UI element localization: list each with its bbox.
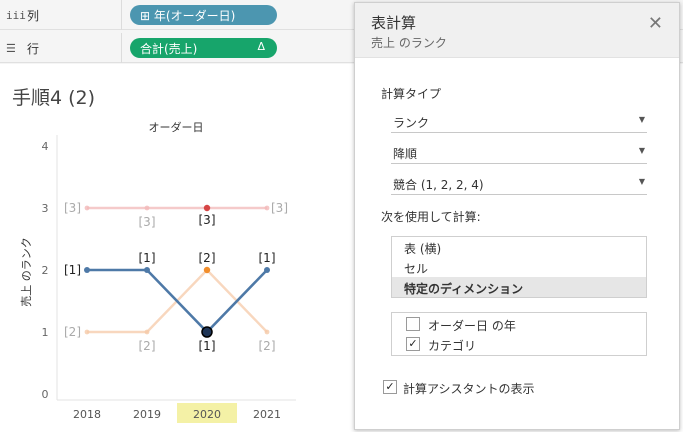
- rank-line-chart: オーダー日売上 のランク 0 1 2 3 4 2018 2019 2020 2021 [1] [1] […: [20, 120, 296, 423]
- dimension-label: カテゴリ: [428, 339, 477, 353]
- data-label: [1]: [139, 251, 156, 265]
- rank-tie-dropdown[interactable]: 競合 (1, 2, 2, 4) ▼: [391, 171, 647, 195]
- series-point: [264, 329, 270, 335]
- data-label: [3]: [271, 201, 288, 215]
- y-tick-label: 3: [42, 202, 49, 215]
- table-calculation-panel: 表計算 売上 のランク ✕ 計算タイプ ランク ▼ 降順 ▼ 競合 (1, 2,…: [354, 2, 680, 430]
- dimension-label: オーダー日 の年: [428, 319, 516, 333]
- expand-icon: ⊞: [140, 9, 151, 23]
- series-point: [264, 205, 270, 211]
- unchecked-checkbox[interactable]: [406, 317, 420, 331]
- columns-icon: iii: [6, 9, 26, 22]
- rows-shelf-label: ☰ 行: [0, 33, 122, 63]
- dimension-order-date-year[interactable]: オーダー日 の年: [392, 314, 646, 334]
- chevron-down-icon: ▼: [638, 177, 645, 186]
- sum-sales-pill-label: 合計(売上): [140, 42, 198, 56]
- compute-option-cell[interactable]: セル: [392, 257, 646, 277]
- columns-label: 列: [27, 9, 40, 23]
- chart-header: オーダー日: [149, 120, 204, 134]
- rows-label: 行: [27, 42, 40, 56]
- data-label: [2]: [64, 325, 81, 339]
- show-calc-assistant[interactable]: ✓ 計算アシスタントの表示: [381, 378, 641, 398]
- data-label: [3]: [139, 215, 156, 229]
- data-label: [1]: [199, 339, 216, 353]
- panel-title: 表計算: [371, 14, 417, 32]
- data-label: [1]: [64, 263, 81, 277]
- calc-type-dropdown[interactable]: ランク ▼: [391, 109, 647, 133]
- data-label: [3]: [199, 213, 216, 227]
- compute-using-label: 次を使用して計算:: [381, 210, 481, 224]
- data-label: [1]: [259, 251, 276, 265]
- delta-icon: Δ: [257, 40, 265, 53]
- year-order-date-pill-label: ⊞ 年(オーダー日): [140, 7, 235, 24]
- series-point: [144, 205, 150, 211]
- series-point: [84, 267, 90, 273]
- y-tick-label: 0: [42, 388, 49, 401]
- close-icon[interactable]: ✕: [648, 13, 663, 34]
- rank-order-dropdown[interactable]: 降順 ▼: [391, 140, 647, 164]
- checked-checkbox[interactable]: ✓: [383, 380, 397, 394]
- calc-type-value: ランク: [393, 116, 430, 130]
- sum-sales-pill[interactable]: 合計(売上) Δ: [130, 38, 277, 58]
- sheet-title: 手順4 (2): [12, 87, 96, 109]
- checked-checkbox[interactable]: ✓: [406, 337, 420, 351]
- series-point: [144, 329, 150, 335]
- year-order-date-pill[interactable]: ⊞ 年(オーダー日): [130, 5, 277, 25]
- highlighted-point: [201, 326, 213, 338]
- x-tick-label: 2019: [133, 408, 161, 421]
- data-label: [2]: [139, 339, 156, 353]
- highlighted-point: [203, 266, 211, 274]
- series-line: [87, 268, 268, 334]
- columns-shelf-label: iii 列: [0, 0, 122, 30]
- chevron-down-icon: ▼: [638, 115, 645, 124]
- rows-icon: ☰: [6, 42, 16, 55]
- panel-subtitle: 売上 のランク: [371, 36, 447, 50]
- data-label: [2]: [259, 339, 276, 353]
- compute-option-table-across[interactable]: 表 (横): [392, 237, 646, 257]
- series-point: [84, 329, 90, 335]
- rank-tie-value: 競合 (1, 2, 2, 4): [393, 178, 484, 192]
- panel-header: 表計算 売上 のランク ✕: [355, 3, 679, 58]
- series-point: [144, 267, 150, 273]
- y-tick-label: 4: [42, 140, 49, 153]
- y-axis-label: 売上 のランク: [20, 237, 33, 307]
- rank-order-value: 降順: [393, 147, 418, 161]
- x-tick-label: 2018: [73, 408, 101, 421]
- compute-option-specific-dimensions[interactable]: 特定のディメンション: [392, 277, 646, 297]
- y-tick-label: 2: [42, 264, 49, 277]
- x-tick-label: 2021: [253, 408, 281, 421]
- series-point: [264, 267, 270, 273]
- compute-using-list: 表 (横) セル 特定のディメンション: [391, 236, 647, 298]
- data-label: [3]: [64, 201, 81, 215]
- x-tick-label: 2020: [193, 408, 221, 421]
- dimension-list: オーダー日 の年 ✓ カテゴリ: [391, 312, 647, 356]
- y-tick-label: 1: [42, 326, 49, 339]
- pill-text: 年(オーダー日): [153, 9, 236, 23]
- show-calc-assistant-label: 計算アシスタントの表示: [403, 382, 535, 396]
- series-point: [84, 205, 90, 211]
- dimension-category[interactable]: ✓ カテゴリ: [392, 334, 646, 354]
- highlighted-point: [203, 204, 211, 212]
- chevron-down-icon: ▼: [638, 146, 645, 155]
- data-label: [2]: [199, 251, 216, 265]
- calc-type-label: 計算タイプ: [381, 87, 442, 101]
